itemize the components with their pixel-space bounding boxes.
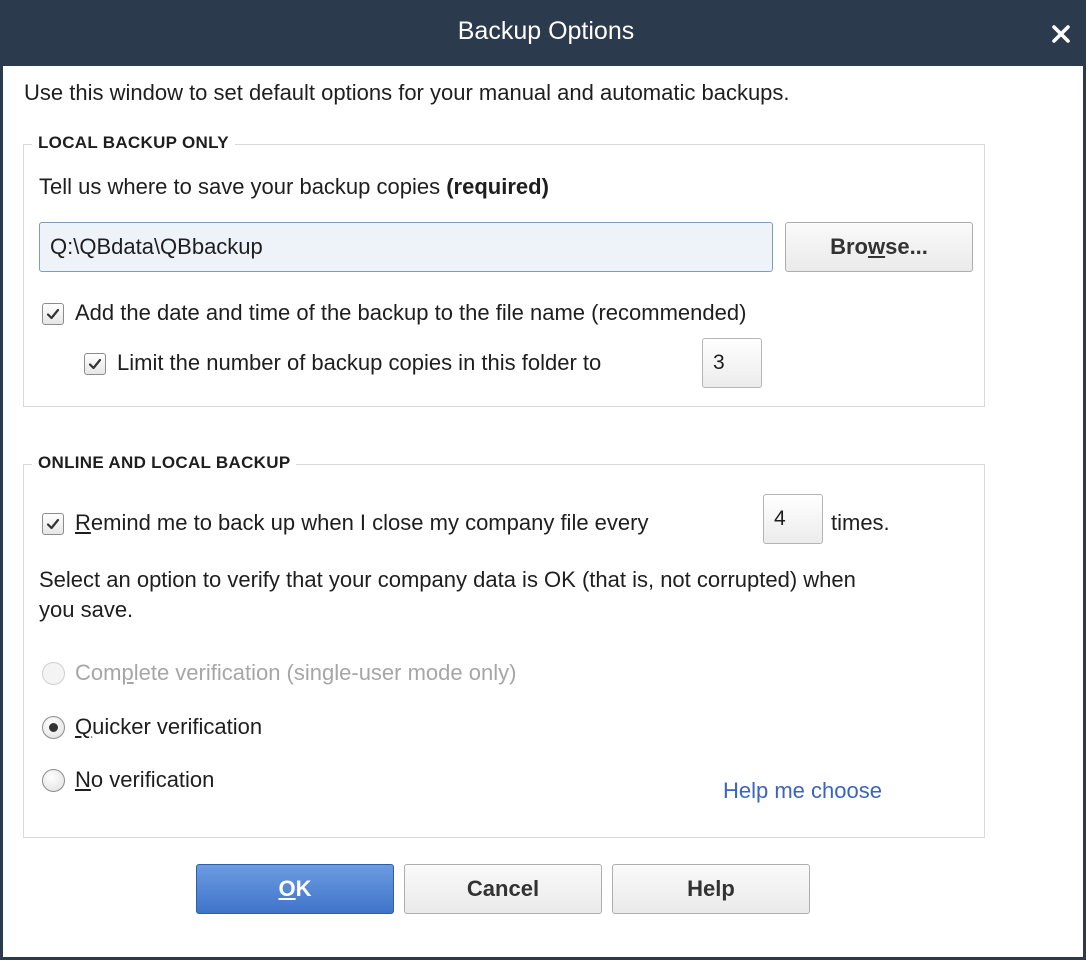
browse-button[interactable]: Bro w se... bbox=[785, 222, 973, 272]
complete-verification-label-pre: Com bbox=[75, 660, 122, 685]
cancel-button[interactable]: Cancel bbox=[404, 864, 602, 914]
limit-copies-input[interactable]: 3 bbox=[702, 338, 762, 388]
no-verification-radio[interactable] bbox=[42, 769, 65, 792]
no-verification-label-post: o verification bbox=[90, 767, 215, 792]
remind-label: Remind me to back up when I close my com… bbox=[75, 510, 648, 536]
backup-path-input[interactable] bbox=[39, 222, 773, 272]
quicker-verification-label-post: uicker verification bbox=[92, 714, 263, 739]
no-verification-label-accel: N bbox=[75, 767, 91, 792]
remind-count-input[interactable]: 4 bbox=[763, 494, 823, 544]
checkmark-icon bbox=[88, 358, 102, 370]
remind-checkbox[interactable] bbox=[42, 513, 64, 535]
intro-text: Use this window to set default options f… bbox=[24, 80, 790, 105]
quicker-verification-radio[interactable] bbox=[42, 716, 65, 739]
ok-label-accel: O bbox=[278, 876, 296, 901]
online-backup-group-label: ONLINE AND LOCAL BACKUP bbox=[32, 453, 297, 473]
save-location-prompt: Tell us where to save your backup copies… bbox=[39, 174, 549, 200]
title-bar: Backup Options bbox=[3, 0, 1086, 66]
ok-button[interactable]: OK bbox=[196, 864, 394, 914]
radio-dot-icon bbox=[49, 723, 58, 732]
save-location-prompt-text: Tell us where to save your backup copies bbox=[39, 174, 447, 199]
help-button[interactable]: Help bbox=[612, 864, 810, 914]
limit-copies-label: Limit the number of backup copies in thi… bbox=[117, 350, 602, 375]
close-button[interactable] bbox=[1043, 16, 1079, 52]
quicker-verification-label-accel: Q bbox=[75, 714, 93, 739]
quicker-verification-label: Quicker verification bbox=[75, 714, 262, 740]
dialog-title: Backup Options bbox=[457, 17, 635, 45]
add-date-checkbox[interactable] bbox=[42, 303, 64, 325]
help-me-choose-link[interactable]: Help me choose bbox=[723, 778, 882, 804]
browse-label-post: se... bbox=[885, 234, 928, 259]
browse-label-pre: Bro bbox=[830, 234, 868, 259]
local-backup-group-label: LOCAL BACKUP ONLY bbox=[32, 133, 235, 153]
checkmark-icon bbox=[46, 308, 60, 320]
remind-label-accel: R bbox=[75, 510, 91, 535]
verify-description-line2: you save. bbox=[39, 597, 134, 622]
complete-verification-radio bbox=[42, 662, 65, 685]
no-verification-label: No verification bbox=[75, 767, 214, 793]
remind-label-rest: emind me to back up when I close my comp… bbox=[90, 510, 649, 535]
checkmark-icon bbox=[46, 518, 60, 530]
add-date-label: Add the date and time of the backup to t… bbox=[75, 300, 747, 325]
close-icon bbox=[1052, 25, 1070, 43]
browse-label-accel: w bbox=[867, 234, 886, 259]
complete-verification-label-post: lete verification (single-user mode only… bbox=[133, 660, 517, 685]
backup-options-dialog: Backup Options Use this window to set de… bbox=[0, 0, 1086, 960]
complete-verification-label-accel: p bbox=[121, 660, 134, 685]
complete-verification-label: Complete verification (single-user mode … bbox=[75, 660, 516, 686]
verify-description-line1: Select an option to verify that your com… bbox=[39, 567, 856, 592]
required-label: (required) bbox=[446, 174, 549, 199]
remind-suffix: times. bbox=[831, 510, 890, 535]
ok-label-rest: K bbox=[295, 876, 312, 901]
limit-copies-checkbox[interactable] bbox=[84, 353, 106, 375]
